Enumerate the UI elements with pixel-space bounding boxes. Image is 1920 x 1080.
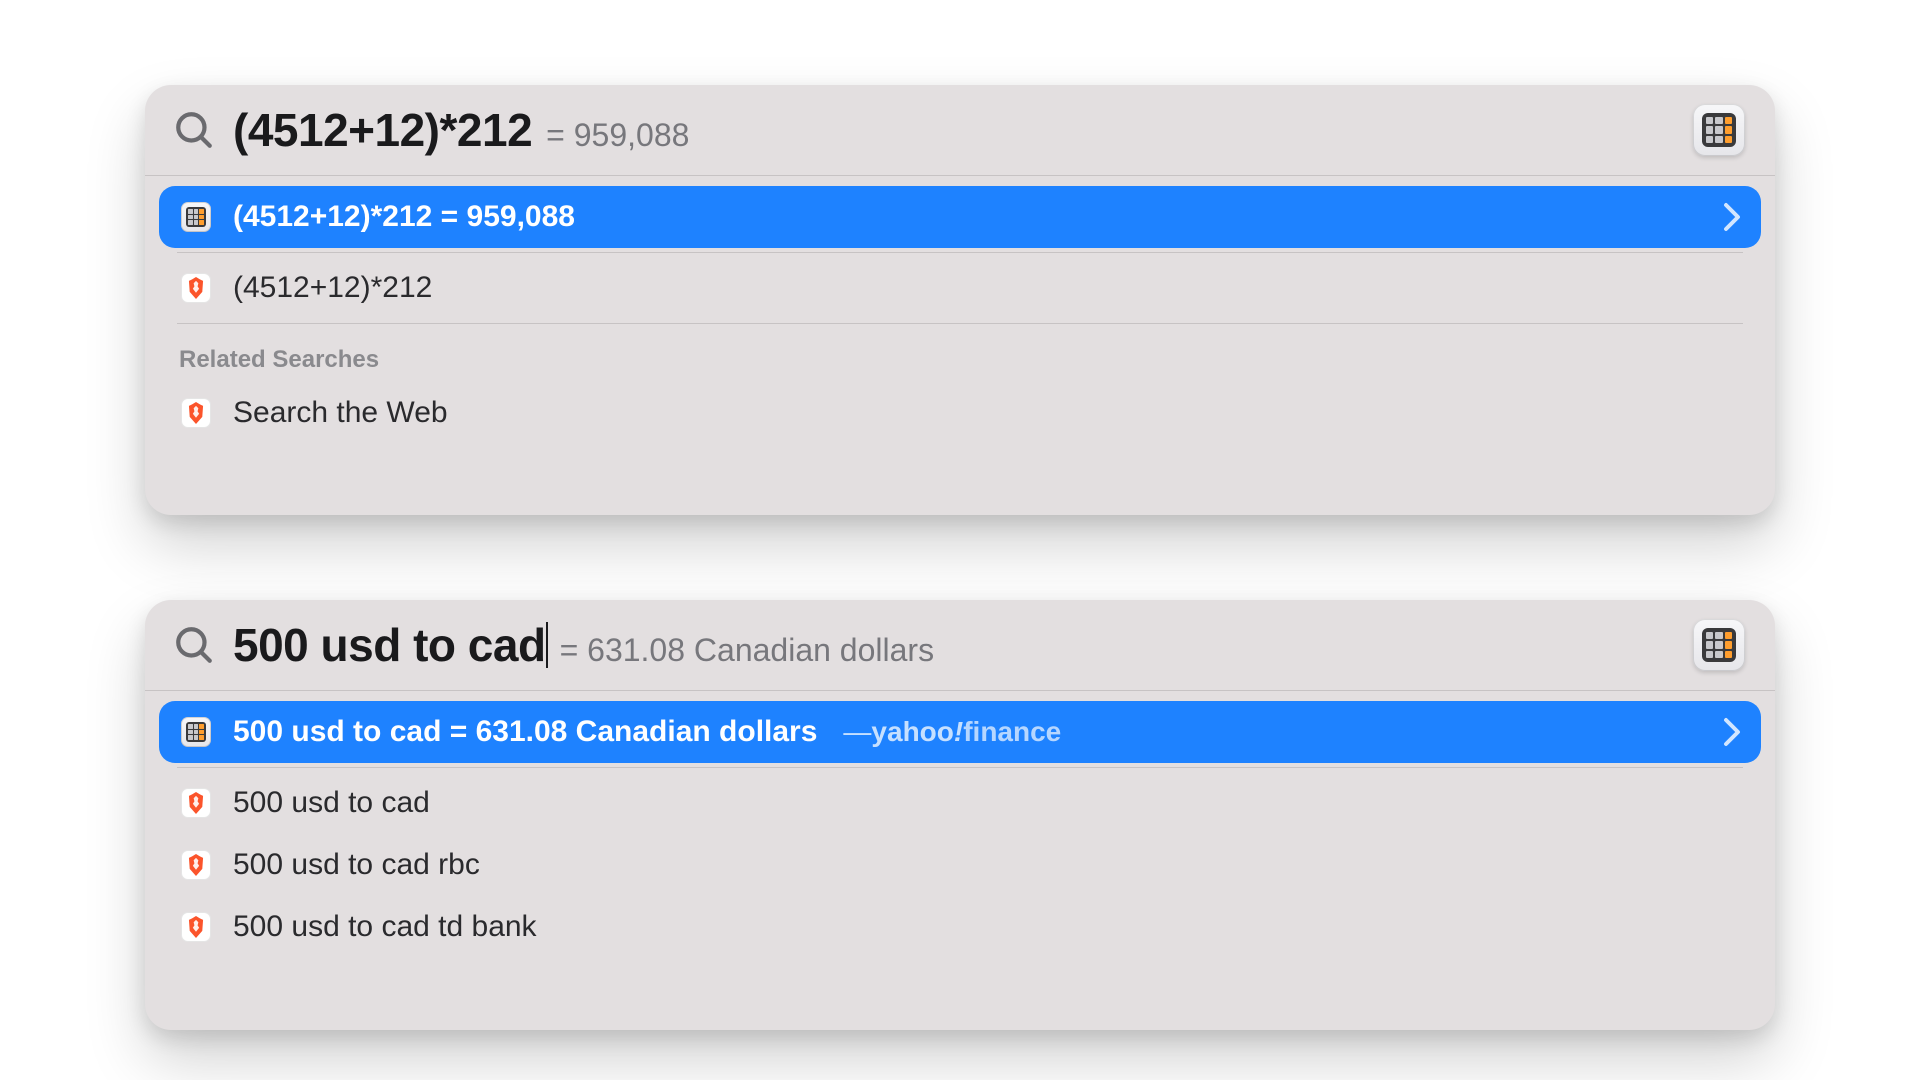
search-query[interactable]: (4512+12)*212 xyxy=(233,103,532,157)
result-text: (4512+12)*212 xyxy=(233,271,432,305)
result-text: 500 usd to cad td bank xyxy=(233,910,537,944)
brave-icon xyxy=(179,396,213,430)
result-brave-suggestion[interactable]: 500 usd to cad td bank xyxy=(159,896,1761,958)
search-bar: (4512+12)*212 = 959,088 xyxy=(145,85,1775,176)
brave-icon xyxy=(179,786,213,820)
divider xyxy=(177,323,1743,324)
result-currency-selected[interactable]: 500 usd to cad = 631.08 Canadian dollars… xyxy=(159,701,1761,763)
divider xyxy=(177,767,1743,768)
search-icon xyxy=(173,109,215,151)
search-icon xyxy=(173,624,215,666)
result-text: 500 usd to cad = 631.08 Canadian dollars xyxy=(233,715,817,749)
query-wrap[interactable]: 500 usd to cad = 631.08 Canadian dollars xyxy=(233,618,1675,672)
result-search-web[interactable]: Search the Web xyxy=(159,382,1761,444)
calculator-icon xyxy=(179,715,213,749)
brave-icon xyxy=(179,910,213,944)
search-query[interactable]: 500 usd to cad xyxy=(233,618,546,672)
brave-icon xyxy=(179,848,213,882)
divider xyxy=(177,252,1743,253)
result-calculator-selected[interactable]: (4512+12)*212 = 959,088 xyxy=(159,186,1761,248)
results-list: 500 usd to cad = 631.08 Canadian dollars… xyxy=(145,691,1775,962)
inline-result: = 959,088 xyxy=(546,117,689,154)
result-brave-suggestion[interactable]: 500 usd to cad xyxy=(159,772,1761,834)
query-wrap[interactable]: (4512+12)*212 = 959,088 xyxy=(233,103,1675,157)
results-list: (4512+12)*212 = 959,088 (4512+12)*212 Re… xyxy=(145,176,1775,448)
inline-result: = 631.08 Canadian dollars xyxy=(560,632,935,669)
attribution-yahoo-finance: —yahoo!finance xyxy=(843,716,1061,748)
calculator-app-icon[interactable] xyxy=(1693,104,1745,156)
chevron-right-icon xyxy=(1723,717,1741,747)
calculator-icon xyxy=(179,200,213,234)
chevron-right-icon xyxy=(1723,202,1741,232)
section-header-related: Related Searches xyxy=(159,328,1761,382)
brave-icon xyxy=(179,271,213,305)
search-bar: 500 usd to cad = 631.08 Canadian dollars xyxy=(145,600,1775,691)
spotlight-panel-1: (4512+12)*212 = 959,088 (4512+12)*212 = … xyxy=(145,85,1775,515)
result-text: 500 usd to cad xyxy=(233,786,430,820)
result-text: 500 usd to cad rbc xyxy=(233,848,480,882)
result-text: (4512+12)*212 = 959,088 xyxy=(233,200,575,234)
result-brave-search[interactable]: (4512+12)*212 xyxy=(159,257,1761,319)
result-brave-suggestion[interactable]: 500 usd to cad rbc xyxy=(159,834,1761,896)
result-text: Search the Web xyxy=(233,396,448,430)
spotlight-panel-2: 500 usd to cad = 631.08 Canadian dollars… xyxy=(145,600,1775,1030)
calculator-app-icon[interactable] xyxy=(1693,619,1745,671)
